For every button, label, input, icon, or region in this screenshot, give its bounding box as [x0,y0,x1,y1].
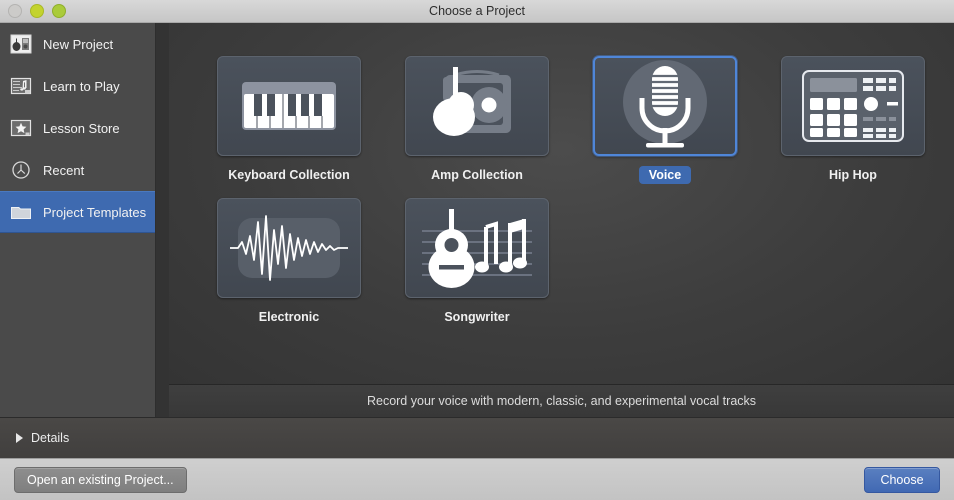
sidebar-item-lesson-store[interactable]: Lesson Store [0,107,155,149]
waveform-icon [230,215,348,281]
choose-button[interactable]: Choose [864,466,940,493]
tile-label: Songwriter [444,310,510,324]
dialog-footer: Open an existing Project... Choose [0,458,954,500]
clock-icon [10,160,32,180]
details-disclosure-row[interactable]: Details [0,417,954,458]
template-grid: Keyboard Collection Amp Collection Voice… [169,56,954,326]
sidebar-item-label: New Project [43,36,114,52]
sidebar-item-new-project[interactable]: New Project [0,23,155,65]
guitar-amp-icon [433,67,511,136]
close-icon[interactable] [8,4,22,18]
tile-artwork [405,198,549,298]
star-board-icon [10,118,32,138]
sidebar-item-label: Recent [43,162,85,178]
template-description-text: Record your voice with modern, classic, … [366,394,757,408]
sidebar-empty-space [0,233,155,417]
template-description-bar: Record your voice with modern, classic, … [169,384,954,417]
window-body: New Project Learn to Play Lesson Store R… [0,23,954,417]
sidebar-item-label: Project Templates [43,204,147,220]
template-tile-amp-collection[interactable]: Amp Collection [383,56,571,184]
folder-icon [10,202,32,222]
tile-label: Keyboard Collection [228,168,350,182]
traffic-light-group [0,4,66,18]
tile-label: Voice [638,166,692,184]
sidebar-item-project-templates[interactable]: Project Templates [0,191,155,233]
tile-label: Hip Hop [829,168,877,182]
template-tile-hip-hop[interactable]: Hip Hop [759,56,947,184]
tile-artwork [217,56,361,156]
sidebar-item-learn-to-play[interactable]: Learn to Play [0,65,155,107]
sidebar-item-label: Learn to Play [43,78,120,94]
details-label: Details [31,431,70,445]
tile-artwork [593,56,737,156]
maximize-icon[interactable] [52,4,66,18]
microphone-icon [623,60,707,148]
sidebar: New Project Learn to Play Lesson Store R… [0,23,156,417]
template-tile-voice[interactable]: Voice [571,56,759,184]
template-tile-songwriter[interactable]: Songwriter [383,198,571,326]
music-note-board-icon [10,76,32,96]
tile-artwork [217,198,361,298]
tile-label: Electronic [258,310,320,324]
template-tile-electronic[interactable]: Electronic [195,198,383,326]
template-tile-keyboard-collection[interactable]: Keyboard Collection [195,56,383,184]
minimize-icon[interactable] [30,4,44,18]
tile-artwork [781,56,925,156]
choose-a-project-window: Choose a Project New Project Learn to Pl… [0,0,954,500]
sidebar-item-recent[interactable]: Recent [0,149,155,191]
open-existing-project-button[interactable]: Open an existing Project... [14,466,187,493]
tile-artwork [405,56,549,156]
window-titlebar: Choose a Project [0,0,954,23]
template-grid-area: Keyboard Collection Amp Collection Voice… [169,23,954,384]
content-pane: Keyboard Collection Amp Collection Voice… [156,23,954,417]
tile-label: Amp Collection [431,168,523,182]
window-title: Choose a Project [429,4,525,18]
piano-keyboard-icon [242,82,336,130]
acoustic-guitar-notes-icon [422,209,532,288]
guitar-amp-icon [10,34,32,54]
drum-machine-icon [802,70,904,142]
sidebar-item-label: Lesson Store [43,120,120,136]
chevron-right-icon[interactable] [16,433,23,443]
